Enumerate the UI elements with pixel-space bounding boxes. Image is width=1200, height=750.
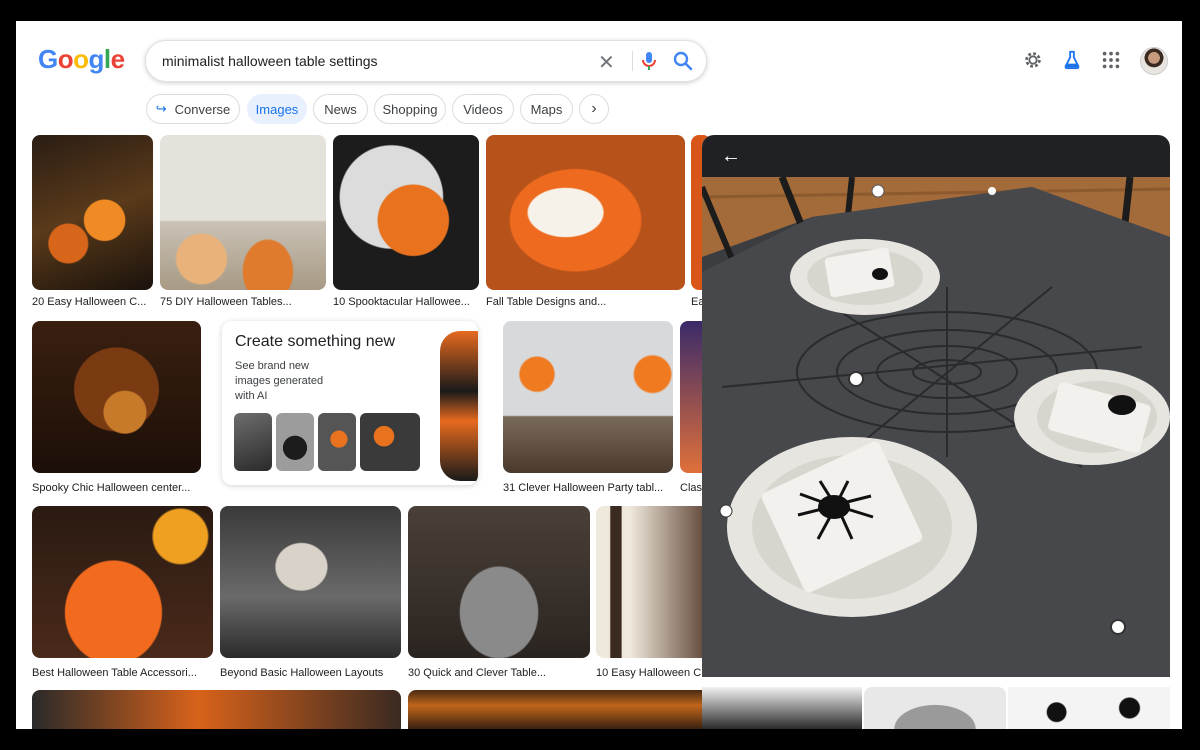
result-caption[interactable]: 10 Spooktacular Hallowee... xyxy=(333,296,479,308)
image-preview-panel: ← xyxy=(702,135,1170,729)
result-image[interactable] xyxy=(32,321,201,473)
chip-news[interactable]: News xyxy=(313,94,368,124)
result-caption[interactable]: 30 Quick and Clever Table... xyxy=(408,667,590,679)
ai-sample-image xyxy=(234,413,272,471)
result-caption[interactable]: 31 Clever Halloween Party tabl... xyxy=(503,482,673,494)
search-icon[interactable] xyxy=(671,49,695,73)
search-box[interactable]: minimalist halloween table settings ✕ xyxy=(145,40,707,82)
result-caption[interactable]: 20 Easy Halloween C... xyxy=(32,296,153,308)
related-image[interactable] xyxy=(1008,687,1170,729)
gear-icon[interactable] xyxy=(1022,49,1044,71)
result-image[interactable] xyxy=(32,135,153,290)
chip-videos[interactable]: Videos xyxy=(452,94,514,124)
result-caption[interactable]: Fall Table Designs and... xyxy=(486,296,685,308)
result-image[interactable] xyxy=(503,321,673,473)
result-image[interactable] xyxy=(220,506,401,658)
result-image[interactable] xyxy=(32,690,401,729)
chip-label: Shopping xyxy=(382,101,438,117)
logo-letter: o xyxy=(73,44,89,74)
chip-label: Maps xyxy=(530,101,563,117)
converse-arrow-icon: ↪ xyxy=(155,101,167,116)
search-divider xyxy=(632,51,633,71)
google-images-page: Google minimalist halloween table settin… xyxy=(16,21,1182,729)
related-image[interactable] xyxy=(864,687,1006,729)
ai-sample-image xyxy=(360,413,420,471)
chip-images[interactable]: Images xyxy=(247,94,307,124)
apps-grid-icon[interactable] xyxy=(1100,49,1122,71)
chip-label: Converse xyxy=(174,101,231,117)
chip-label: News xyxy=(324,101,357,117)
chip-maps[interactable]: Maps xyxy=(520,94,573,124)
microphone-icon[interactable] xyxy=(637,49,661,73)
chip-label: Images xyxy=(255,101,299,117)
create-something-new-card[interactable]: Create something new See brand new image… xyxy=(222,321,478,485)
create-title: Create something new xyxy=(235,333,396,350)
logo-letter: l xyxy=(103,44,111,74)
ai-sample-image xyxy=(276,413,314,471)
chips-next-button[interactable]: › xyxy=(579,94,609,124)
result-caption[interactable]: 10 Easy Halloween C xyxy=(596,667,702,679)
result-caption[interactable]: Best Halloween Table Accessori... xyxy=(32,667,213,679)
chip-label: Videos xyxy=(463,101,503,117)
result-image[interactable] xyxy=(596,506,710,658)
result-image[interactable] xyxy=(408,690,710,729)
result-image[interactable] xyxy=(333,135,479,290)
ai-decoration xyxy=(440,331,478,481)
back-arrow-icon[interactable]: ← xyxy=(721,145,741,168)
account-avatar[interactable] xyxy=(1140,47,1168,75)
result-image[interactable] xyxy=(160,135,326,290)
chip-shopping[interactable]: Shopping xyxy=(374,94,446,124)
logo-letter: e xyxy=(110,44,125,74)
result-caption[interactable]: Clas xyxy=(680,482,702,494)
result-caption[interactable]: Beyond Basic Halloween Layouts xyxy=(220,667,401,679)
result-caption[interactable]: 75 DIY Halloween Tables... xyxy=(160,296,326,308)
google-logo[interactable]: Google xyxy=(38,44,125,75)
result-image[interactable] xyxy=(486,135,685,290)
preview-image[interactable] xyxy=(702,177,1170,677)
result-caption[interactable]: Spooky Chic Halloween center... xyxy=(32,482,201,494)
clear-icon[interactable]: ✕ xyxy=(598,50,615,75)
labs-flask-icon[interactable] xyxy=(1061,49,1083,71)
result-image[interactable] xyxy=(408,506,590,658)
create-subtitle: See brand new images generated with AI xyxy=(235,360,324,402)
chip-converse[interactable]: ↪ Converse xyxy=(146,94,240,124)
preview-top-bar: ← xyxy=(702,135,1170,177)
logo-letter: o xyxy=(57,44,74,74)
search-input[interactable]: minimalist halloween table settings xyxy=(162,53,378,69)
logo-letter: G xyxy=(38,44,58,74)
related-image[interactable] xyxy=(702,687,862,729)
chevron-right-icon: › xyxy=(591,100,597,117)
logo-letter: g xyxy=(88,44,105,74)
ai-sample-image xyxy=(318,413,356,471)
result-image[interactable] xyxy=(32,506,213,658)
